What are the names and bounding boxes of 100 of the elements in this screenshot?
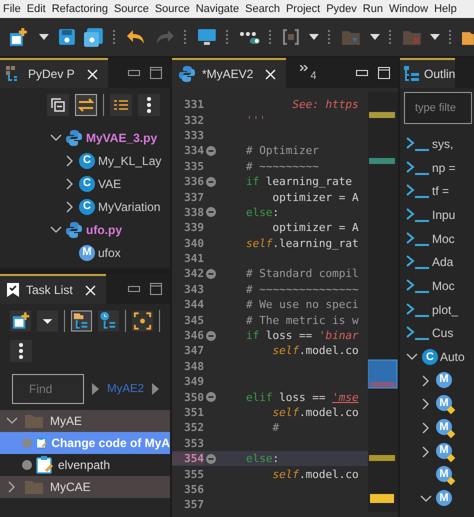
task-group-row[interactable]: MyAE [0,410,170,432]
close-icon[interactable] [86,68,98,80]
import-icon [406,232,430,246]
view-tab[interactable]: Task List [0,274,106,304]
dropdown-caret-icon[interactable] [37,310,58,332]
link-editor-icon[interactable] [75,94,97,116]
import-icon [406,326,430,340]
tree-item[interactable]: ufox [98,246,121,260]
brackets-icon[interactable] [282,28,300,46]
outline-icon [404,66,420,82]
fold-icon[interactable] [206,268,216,279]
menu-item[interactable]: Refactoring [52,3,108,15]
view-tab[interactable]: Outlin [400,58,456,88]
menu-item[interactable]: Help [434,3,457,15]
menu-item[interactable]: Project [286,3,320,15]
filter-field[interactable]: type filte [404,92,472,124]
collapse-all-icon[interactable] [47,94,69,116]
caret-icon[interactable] [370,34,380,40]
breadcrumb-arrow-icon[interactable] [152,383,160,395]
minimize-icon[interactable] [128,286,140,292]
group-label: MyCAE [50,480,91,494]
toggle-icon[interactable] [238,29,260,45]
outline-item[interactable]: Cus [432,326,454,340]
group-by-folder-icon[interactable] [71,310,92,332]
code-line: optimizer = A [271,221,359,234]
more-options-icon[interactable] [138,94,160,116]
tree-item[interactable]: My_KL_Lay [98,154,162,168]
file-label[interactable]: ufo.py [86,222,122,236]
new-file-icon[interactable] [8,27,30,47]
monitor-icon[interactable] [196,28,217,46]
menu-item[interactable]: File [3,3,21,15]
fold-icon[interactable] [206,176,216,187]
code-line: if loss == 'binar [246,329,359,342]
menu-item[interactable]: Search [245,3,280,15]
save-all-icon[interactable] [84,28,104,46]
caret-icon[interactable] [430,34,440,40]
python-file-icon [65,220,83,238]
caret-icon[interactable] [309,34,319,40]
task-label[interactable]: elvenpath [58,458,110,472]
menu-item[interactable]: Source [154,3,190,15]
new-task-icon[interactable] [10,310,32,332]
menu-item[interactable]: Window [388,3,428,15]
outline-item[interactable]: Auto [440,350,465,364]
menu-item[interactable]: Source [114,3,149,15]
fold-icon[interactable] [206,207,216,218]
editor-tab[interactable]: *MyAEV2 [172,58,286,88]
focus-icon[interactable] [132,310,154,332]
outline-item[interactable]: Inpu [432,208,456,222]
maximize-icon[interactable] [150,283,162,295]
menu-item[interactable]: Pydev [326,3,357,15]
outline-item[interactable]: tf = [432,184,450,198]
caret-icon[interactable] [38,34,49,40]
fold-icon[interactable] [206,392,216,402]
code-line: # [271,421,280,434]
outline-item[interactable]: np = [432,160,456,175]
code-line: self.model.co [271,344,359,358]
menu-item[interactable]: Navigate [196,3,240,15]
import-icon [406,278,430,293]
find-field[interactable]: Find [12,374,84,404]
menu-item[interactable]: Edit [26,3,46,15]
close-icon[interactable] [265,68,276,80]
close-icon[interactable] [84,284,96,296]
task-group-row[interactable]: MyCAE [0,476,170,498]
outline-item[interactable]: plot_ [432,302,458,317]
line-number: 344 [183,298,204,312]
code-line: self.model.co [271,468,359,481]
line-number: 346 [183,329,204,342]
more-options-icon[interactable] [10,340,32,362]
import-icon [406,136,430,151]
view-tab[interactable]: PyDev P [0,58,108,88]
code-line: optimizer = A [271,190,359,204]
folder-icon [24,413,44,429]
code-line: if learning_rate [246,175,352,188]
menu-item[interactable]: Run [362,3,383,15]
save-icon[interactable] [58,28,76,46]
line-number: 343 [183,282,204,296]
maximize-icon[interactable] [150,67,162,79]
group-by-time-icon[interactable] [98,310,120,332]
more-tabs-button[interactable]: 4 [300,64,316,82]
code-line: See: https [291,98,359,112]
line-number: 340 [183,236,204,250]
outline-item[interactable]: Ada [432,255,454,270]
file-label[interactable]: MyVAE_3.py [86,130,158,144]
outline-item[interactable]: Moc [432,278,455,293]
code-line: self.model.co [271,406,359,419]
line-number: 338 [183,206,204,219]
undo-icon[interactable] [126,29,146,45]
outline-item[interactable]: sys, [432,136,454,151]
task-row[interactable]: elvenpath [0,454,170,476]
line-number: 335 [183,160,204,173]
folder-icon[interactable] [340,28,361,46]
fold-icon[interactable] [206,330,216,341]
fold-icon[interactable] [206,454,216,464]
minimize-icon[interactable] [128,70,140,76]
tree-item[interactable]: VAE [98,176,122,190]
fold-icon[interactable] [206,146,216,156]
import-icon [406,302,430,317]
filter-arrows-icon[interactable] [110,94,132,116]
outline-item[interactable]: Moc [432,232,455,246]
tree-item[interactable]: MyVariation [98,200,160,214]
